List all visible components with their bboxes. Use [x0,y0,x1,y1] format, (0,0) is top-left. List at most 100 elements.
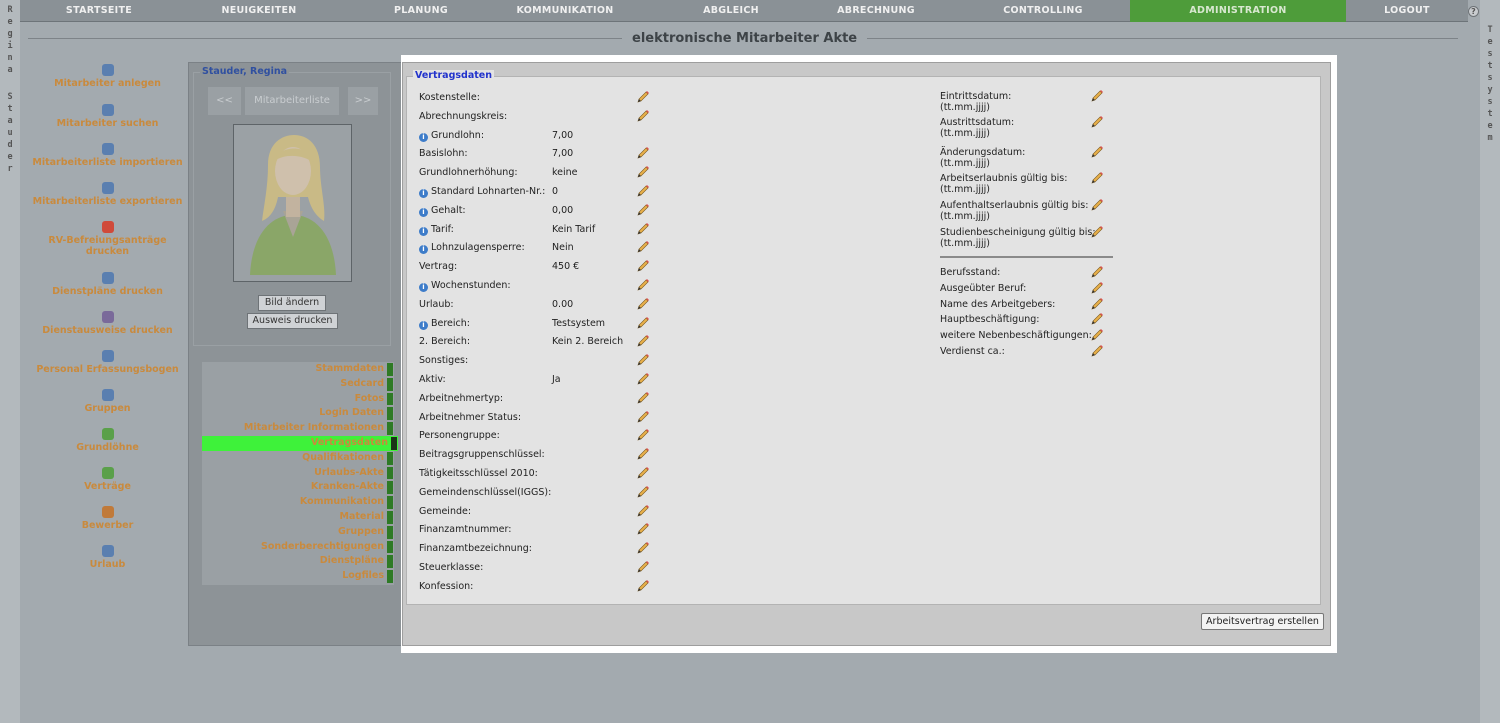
help-icon[interactable]: ? [1468,6,1479,17]
nav-abrechnung[interactable]: ABRECHNUNG [834,0,918,22]
left-menu-personal-erfassungsbogen[interactable]: Personal Erfassungsbogen [30,350,185,375]
subnav-item-urlaubs-akte[interactable]: Urlaubs-Akte [202,466,394,481]
subnav-item-kommunikation[interactable]: Kommunikation [202,495,394,510]
nav-startseite[interactable]: STARTSEITE [20,0,178,22]
subnav-item-dienstplaene[interactable]: Dienstpläne [202,554,394,569]
left-menu-mitarbeiterliste-importieren[interactable]: Mitarbeiterliste importieren [30,143,185,168]
nav-abgleich[interactable]: ABGLEICH [628,0,834,22]
pencil-icon[interactable] [636,579,650,593]
field-label-bereich: i Bereich: [419,318,470,330]
field-label-text: Grundlohnerhöhung: [419,167,518,179]
pencil-icon[interactable] [1090,115,1104,129]
left-menu-label: Dienstpläne drucken [52,286,163,297]
pencil-icon[interactable] [636,165,650,179]
left-menu-mitarbeiterliste-exportieren[interactable]: Mitarbeiterliste exportieren [30,182,185,207]
left-menu-dienstplaene-drucken[interactable]: Dienstpläne drucken [30,272,185,297]
pencil-icon[interactable] [636,334,650,348]
pencil-icon[interactable] [636,240,650,254]
pencil-icon[interactable] [636,109,650,123]
left-menu-bewerber[interactable]: Bewerber [30,506,185,531]
left-menu-vertraege[interactable]: Verträge [30,467,185,492]
pencil-icon[interactable] [1090,145,1104,159]
pencil-icon[interactable] [636,560,650,574]
pencil-icon[interactable] [1090,344,1104,358]
pencil-icon[interactable] [636,522,650,536]
left-menu-rv-befreiungsantraege-drucken[interactable]: RV-Befreiungsanträge drucken [30,221,185,257]
print-id-button[interactable]: Ausweis drucken [247,313,338,329]
left-menu-mitarbeiter-suchen[interactable]: Mitarbeiter suchen [30,104,185,129]
nav-logout[interactable]: LOGOUT [1346,0,1468,22]
pencil-icon[interactable] [636,504,650,518]
pencil-icon[interactable] [1090,312,1104,326]
pencil-icon[interactable] [636,146,650,160]
pencil-icon[interactable] [1090,171,1104,185]
pencil-icon[interactable] [636,297,650,311]
subnav-item-sonderberechtigungen[interactable]: Sonderberechtigungen [202,540,394,555]
info-icon[interactable]: i [419,226,428,236]
change-photo-button[interactable]: Bild ändern [258,295,326,311]
pencil-icon[interactable] [636,428,650,442]
pencil-icon[interactable] [636,316,650,330]
pencil-icon[interactable] [636,466,650,480]
info-icon[interactable]: i [419,245,428,255]
subnav-item-logfiles[interactable]: Logfiles [202,569,394,584]
date-label-aenderungsdatum: Änderungsdatum: [940,147,1026,158]
nav-kommunikation[interactable]: KOMMUNIKATION [502,0,628,22]
subnav-item-vertragsdaten[interactable]: Vertragsdaten [202,436,398,451]
pencil-icon[interactable] [1090,328,1104,342]
pencil-icon[interactable] [636,485,650,499]
pencil-icon[interactable] [1090,89,1104,103]
subnav-item-login-daten[interactable]: Login Daten [202,406,394,421]
pencil-icon[interactable] [1090,198,1104,212]
date-label-studienbescheinigung-gueltig-bis: Studienbescheinigung gültig bis: [940,227,1096,238]
pencil-icon[interactable] [636,353,650,367]
pencil-icon[interactable] [1090,225,1104,239]
field-label-lohnzulagensperre: i Lohnzulagensperre: [419,242,525,255]
pencil-icon[interactable] [1090,297,1104,311]
info-icon[interactable]: i [419,320,428,330]
subnav-item-kranken-akte[interactable]: Kranken-Akte [202,480,394,495]
pencil-icon[interactable] [636,278,650,292]
pencil-icon[interactable] [636,541,650,555]
next-employee-button[interactable]: >> [348,87,378,115]
previous-employee-button[interactable]: << [208,87,241,115]
info-icon[interactable]: i [419,132,428,142]
left-menu-grundloehne[interactable]: Grundlöhne [30,428,185,453]
pencil-icon[interactable] [636,90,650,104]
employee-list-button[interactable]: Mitarbeiterliste [245,87,339,115]
subnav-item-gruppen[interactable]: Gruppen [202,525,394,540]
info-icon[interactable]: i [419,189,428,198]
pencil-icon[interactable] [1090,281,1104,295]
pencil-icon[interactable] [636,184,650,198]
left-menu-gruppen[interactable]: Gruppen [30,389,185,414]
nav-neuigkeiten[interactable]: NEUIGKEITEN [178,0,340,22]
field-label-text: Finanzamtbezeichnung: [419,543,532,555]
pencil-icon[interactable] [636,391,650,405]
subnav-item-mitarbeiter-informationen[interactable]: Mitarbeiter Informationen [202,421,394,436]
pencil-icon[interactable] [636,259,650,273]
left-menu-label: Grundlöhne [76,442,139,453]
field-label-name-des-arbeitgebers: Name des Arbeitgebers: [940,298,1056,310]
field-label-sonstiges: Sonstiges: [419,355,468,366]
field-label-finanzamtnummer: Finanzamtnummer: [419,524,511,535]
left-menu-urlaub[interactable]: Urlaub [30,545,185,570]
left-menu-dienstausweise-drucken[interactable]: Dienstausweise drucken [30,311,185,336]
nav-planung[interactable]: PLANUNG [340,0,502,22]
strip-letter: n [7,53,13,63]
info-icon[interactable]: i [419,207,428,217]
subnav-item-qualifikationen[interactable]: Qualifikationen [202,451,394,466]
pencil-icon[interactable] [636,372,650,386]
pencil-icon[interactable] [636,203,650,217]
pencil-icon[interactable] [636,222,650,236]
subnav-item-material[interactable]: Material [202,510,394,525]
pencil-icon[interactable] [636,447,650,461]
subnav-item-stammdaten[interactable]: Stammdaten [202,362,394,377]
pencil-icon[interactable] [1090,265,1104,279]
info-icon[interactable]: i [419,283,428,292]
pencil-icon[interactable] [636,410,650,424]
subnav-item-fotos[interactable]: Fotos [202,392,394,407]
create-contract-button[interactable]: Arbeitsvertrag erstellen [1201,613,1324,630]
subnav-item-sedcard[interactable]: Sedcard [202,377,394,392]
left-menu-mitarbeiter-anlegen[interactable]: Mitarbeiter anlegen [30,64,185,89]
nav-administration[interactable]: ADMINISTRATION [1130,0,1346,22]
